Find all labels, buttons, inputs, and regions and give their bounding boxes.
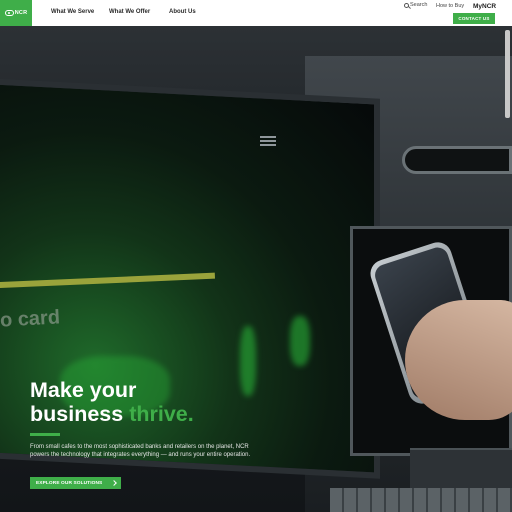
myncr-link[interactable]: MyNCR (473, 3, 496, 10)
screen-menu-icon (260, 136, 276, 148)
page-scrollbar[interactable] (505, 30, 510, 118)
nav-what-we-offer[interactable]: What We Offer (109, 9, 150, 15)
ncr-logo-mark-icon (4, 10, 14, 16)
hero-section: o card (0, 26, 512, 512)
headline-thrive: thrive. (129, 402, 194, 426)
screen-text: o card (0, 306, 61, 332)
search-label: Search (410, 2, 428, 8)
ncr-logo[interactable]: NCR (0, 0, 32, 26)
how-to-buy-link[interactable]: How to Buy (436, 3, 464, 9)
screen-glow-decoration (290, 316, 310, 366)
headline-business: business (30, 402, 130, 426)
explore-solutions-label: EXPLORE OUR SOLUTIONS (36, 480, 103, 486)
card-slot-image (402, 146, 512, 174)
headline-line-2: business thrive. (30, 402, 194, 426)
hero-description: From small cafes to the most sophisticat… (30, 444, 251, 458)
search-icon (404, 2, 409, 8)
search-link[interactable]: Search (404, 2, 427, 8)
hero-headline: Make your business thrive. (30, 378, 194, 426)
headline-line-1: Make your (30, 378, 137, 402)
nav-about-us[interactable]: About Us (169, 9, 196, 15)
contact-us-button[interactable]: CONTACT US (453, 13, 495, 24)
explore-solutions-button[interactable]: EXPLORE OUR SOLUTIONS (30, 477, 121, 489)
keys-image (330, 488, 512, 512)
chevron-right-icon (111, 479, 117, 486)
nav-what-we-serve[interactable]: What We Serve (51, 9, 94, 15)
ncr-logo-text: NCR (14, 10, 28, 16)
headline-divider (30, 433, 60, 436)
screen-glow-decoration (240, 326, 256, 396)
site-header: NCR What We Serve What We Offer About Us… (0, 0, 512, 26)
